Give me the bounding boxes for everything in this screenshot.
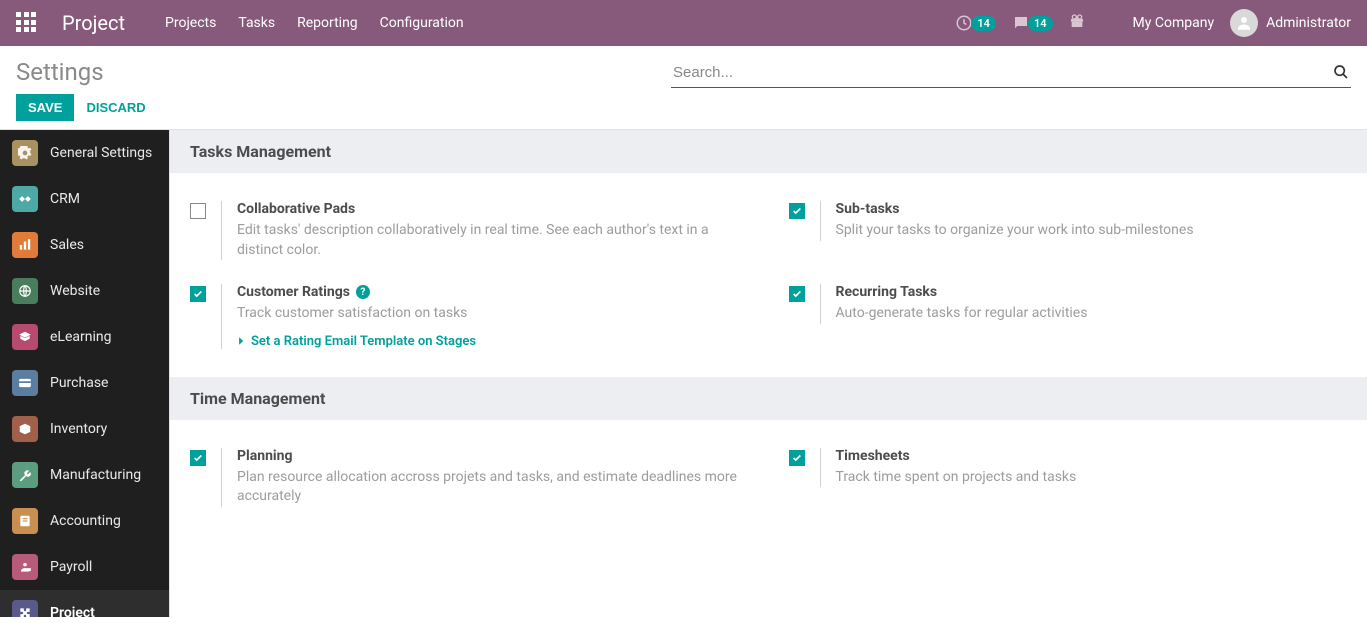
avatar-icon: [1230, 9, 1258, 37]
sidebar-item-label: Purchase: [50, 375, 108, 391]
setting-title: Recurring Tasks: [836, 284, 1088, 300]
sidebar-item-accounting[interactable]: Accounting: [0, 498, 169, 544]
sidebar-item-label: Inventory: [50, 421, 107, 437]
section-header-tasks: Tasks Management: [170, 130, 1367, 173]
setting-desc: Split your tasks to organize your work i…: [836, 221, 1194, 241]
sidebar-item-elearning[interactable]: eLearning: [0, 314, 169, 360]
sidebar-item-sales[interactable]: Sales: [0, 222, 169, 268]
app-title[interactable]: Project: [62, 11, 125, 35]
setting-desc: Track customer satisfaction on tasks: [237, 304, 476, 324]
setting-title: Planning: [237, 448, 749, 464]
sidebar-item-label: Project: [50, 605, 95, 617]
messages-icon[interactable]: 14: [1012, 14, 1053, 32]
apps-icon[interactable]: [16, 12, 38, 34]
sidebar-item-label: Manufacturing: [50, 467, 141, 483]
nav-links: Projects Tasks Reporting Configuration: [165, 15, 464, 31]
sidebar-item-label: CRM: [50, 191, 80, 207]
globe-icon: [12, 278, 38, 304]
payroll-icon: [12, 554, 38, 580]
sidebar-item-label: Sales: [50, 237, 84, 253]
activities-icon[interactable]: 14: [955, 14, 996, 32]
sidebar-item-payroll[interactable]: Payroll: [0, 544, 169, 590]
setting-action-link[interactable]: Set a Rating Email Template on Stages: [237, 334, 476, 349]
gift-icon[interactable]: [1069, 13, 1085, 33]
sidebar-item-project[interactable]: Project: [0, 590, 169, 617]
book-icon: [12, 508, 38, 534]
setting-desc: Edit tasks' description collaboratively …: [237, 221, 749, 260]
tasks-setting-collaborative-pads: Collaborative Pads Edit tasks' descriptio…: [170, 189, 769, 272]
user-menu[interactable]: Administrator: [1230, 9, 1351, 37]
setting-desc: Plan resource allocation accross projets…: [237, 468, 749, 507]
info-icon[interactable]: ?: [356, 285, 370, 299]
nav-link-reporting[interactable]: Reporting: [297, 15, 358, 31]
sidebar-item-crm[interactable]: CRM: [0, 176, 169, 222]
setting-checkbox[interactable]: [789, 450, 805, 466]
nav-link-projects[interactable]: Projects: [165, 15, 216, 31]
puzzle-icon: [12, 600, 38, 617]
setting-desc: Auto-generate tasks for regular activiti…: [836, 304, 1088, 324]
sidebar-item-label: Payroll: [50, 559, 92, 575]
sidebar-item-label: General Settings: [50, 145, 152, 161]
card-icon: [12, 370, 38, 396]
sidebar-item-label: eLearning: [50, 329, 111, 345]
gear-icon: [12, 140, 38, 166]
section-header-time: Time Management: [170, 377, 1367, 420]
activities-badge: 14: [971, 16, 996, 31]
top-navbar: Project Projects Tasks Reporting Configu…: [0, 0, 1367, 46]
settings-sidebar[interactable]: General Settings CRM Sales Website eLearning…: [0, 130, 170, 617]
page-title: Settings: [16, 58, 146, 86]
sidebar-item-manufacturing[interactable]: Manufacturing: [0, 452, 169, 498]
tools-icon[interactable]: [1101, 13, 1117, 33]
settings-content: Tasks Management Collaborative Pads Edit …: [170, 130, 1367, 617]
setting-checkbox[interactable]: [190, 286, 206, 302]
tasks-setting-customer-ratings: Customer Ratings? Track customer satisfac…: [170, 272, 769, 361]
handshake-icon: [12, 186, 38, 212]
setting-title: Customer Ratings?: [237, 284, 476, 300]
time-setting-planning: Planning Plan resource allocation accross…: [170, 436, 769, 519]
setting-checkbox[interactable]: [190, 203, 206, 219]
setting-desc: Track time spent on projects and tasks: [836, 468, 1077, 488]
nav-link-tasks[interactable]: Tasks: [238, 15, 275, 31]
time-setting-timesheets: Timesheets Track time spent on projects a…: [769, 436, 1367, 519]
company-selector[interactable]: My Company: [1133, 15, 1215, 31]
messages-badge: 14: [1028, 16, 1053, 31]
subheader: Settings SAVE DISCARD: [0, 46, 1367, 129]
chart-icon: [12, 232, 38, 258]
nav-link-configuration[interactable]: Configuration: [380, 15, 464, 31]
user-name: Administrator: [1266, 15, 1351, 31]
setting-checkbox[interactable]: [789, 286, 805, 302]
sidebar-item-label: Website: [50, 283, 100, 299]
save-button[interactable]: SAVE: [16, 94, 74, 121]
sidebar-item-purchase[interactable]: Purchase: [0, 360, 169, 406]
setting-checkbox[interactable]: [190, 450, 206, 466]
wrench-icon: [12, 462, 38, 488]
sidebar-item-inventory[interactable]: Inventory: [0, 406, 169, 452]
setting-title: Timesheets: [836, 448, 1077, 464]
discard-button[interactable]: DISCARD: [86, 100, 145, 115]
sidebar-item-label: Accounting: [50, 513, 121, 529]
sidebar-item-general-settings[interactable]: General Settings: [0, 130, 169, 176]
setting-checkbox[interactable]: [789, 203, 805, 219]
sidebar-item-website[interactable]: Website: [0, 268, 169, 314]
tasks-setting-sub-tasks: Sub-tasks Split your tasks to organize yo…: [769, 189, 1367, 272]
setting-title: Collaborative Pads: [237, 201, 749, 217]
search-input[interactable]: [671, 58, 1351, 88]
box-icon: [12, 416, 38, 442]
search-icon[interactable]: [1333, 64, 1349, 84]
learn-icon: [12, 324, 38, 350]
setting-title: Sub-tasks: [836, 201, 1194, 217]
tasks-setting-recurring-tasks: Recurring Tasks Auto-generate tasks for r…: [769, 272, 1367, 361]
